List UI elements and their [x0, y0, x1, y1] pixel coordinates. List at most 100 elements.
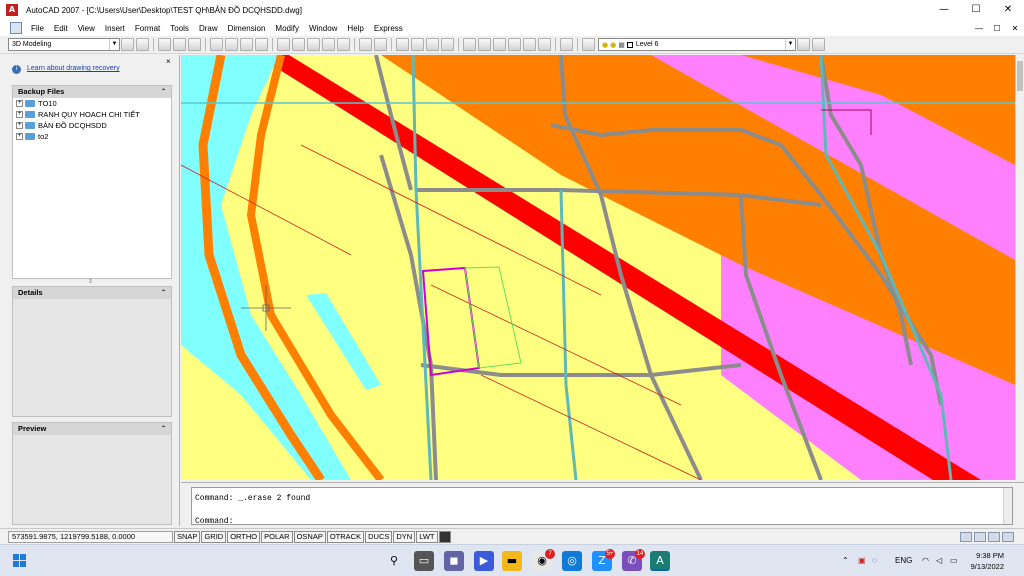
scroll-thumb[interactable] [1017, 61, 1023, 91]
menu-express[interactable]: Express [369, 24, 408, 33]
viber-icon[interactable]: ✆ 14 [622, 549, 645, 571]
menu-modify[interactable]: Modify [270, 24, 304, 33]
plot-icon[interactable] [210, 38, 223, 51]
doc-close-button[interactable]: ✕ [1006, 24, 1024, 33]
collapse-icon[interactable]: ⌃ [161, 287, 166, 299]
zoom-window-icon[interactable] [426, 38, 439, 51]
minimize-button[interactable]: — [928, 0, 960, 20]
lock-toolbar-icon[interactable] [974, 531, 986, 542]
drawing-svg[interactable] [181, 55, 1015, 480]
copy-icon[interactable] [292, 38, 305, 51]
workspace-dropdown[interactable]: 3D Modeling ▼ [8, 38, 120, 51]
cut-icon[interactable] [277, 38, 290, 51]
coordinate-readout[interactable]: 573591.9875, 1219799.5188, 0.0000 [8, 530, 173, 543]
doc-restore-button[interactable]: ☐ [988, 24, 1006, 33]
undo-icon[interactable] [359, 38, 372, 51]
make-layer-current-icon[interactable] [797, 38, 810, 51]
tray-settings-icon[interactable] [988, 531, 1000, 542]
menu-window[interactable]: Window [304, 24, 342, 33]
collapse-icon[interactable]: ⌃ [161, 86, 166, 98]
expand-icon[interactable]: + [16, 111, 23, 118]
preview-header[interactable]: Preview ⌃ [13, 423, 171, 435]
grid-toggle[interactable]: GRID [201, 530, 227, 543]
menu-format[interactable]: Format [130, 24, 165, 33]
expand-icon[interactable]: + [16, 133, 23, 140]
close-button[interactable]: ✕ [992, 0, 1024, 20]
properties-icon[interactable] [463, 38, 476, 51]
layer-dropdown[interactable]: ● ● ■ Level 6 ▼ [598, 38, 796, 51]
osnap-toggle[interactable]: OSNAP [293, 530, 326, 543]
publish-icon[interactable] [240, 38, 253, 51]
save-icon[interactable] [188, 38, 201, 51]
drawing-canvas[interactable] [181, 55, 1015, 480]
recovery-help-link[interactable]: Learn about drawing recovery [27, 65, 120, 72]
battery-icon[interactable]: ▭ [950, 545, 958, 576]
palette-close-icon[interactable]: × [166, 57, 171, 66]
redo-icon[interactable] [374, 38, 387, 51]
plot-preview-icon[interactable] [225, 38, 238, 51]
open-icon[interactable] [173, 38, 186, 51]
document-icon[interactable] [10, 22, 22, 34]
command-history[interactable]: Command: _.erase 2 found Command: [191, 487, 1013, 526]
backup-files-header[interactable]: Backup Files ⌃ [13, 86, 171, 98]
menu-draw[interactable]: Draw [194, 24, 223, 33]
expand-icon[interactable]: + [16, 122, 23, 129]
model-icon[interactable] [438, 530, 451, 543]
menu-tools[interactable]: Tools [165, 24, 194, 33]
help-icon[interactable] [560, 38, 573, 51]
workspace-save-icon[interactable] [136, 38, 149, 51]
maximize-button[interactable]: ☐ [960, 0, 992, 20]
details-header[interactable]: Details ⌃ [13, 287, 171, 299]
calculator-icon[interactable] [538, 38, 551, 51]
ducs-toggle[interactable]: DUCS [365, 530, 393, 543]
vertical-scrollbar[interactable] [1015, 55, 1024, 480]
command-prompt[interactable]: Command: [195, 517, 233, 526]
chrome-icon[interactable]: ◉ 7 [532, 549, 555, 571]
comm-center-icon[interactable] [960, 531, 972, 542]
chat-icon[interactable]: ◼ [444, 551, 464, 571]
zalo-icon[interactable]: Z 5+ [592, 549, 615, 571]
doc-minimize-button[interactable]: — [970, 24, 988, 33]
polar-toggle[interactable]: POLAR [261, 530, 293, 543]
expand-icon[interactable]: + [16, 100, 23, 107]
zoom-previous-icon[interactable] [441, 38, 454, 51]
splitter-grip[interactable]: ⇕ [88, 278, 93, 285]
volume-icon[interactable]: ◁ [936, 545, 942, 576]
qnew-icon[interactable] [158, 38, 171, 51]
ortho-toggle[interactable]: ORTHO [227, 530, 261, 543]
layer-manager-icon[interactable] [582, 38, 595, 51]
tree-item-to10[interactable]: + TO10 [13, 98, 171, 109]
tree-item-ranh-quy-hoach[interactable]: + RANH QUY HOACH CHI TIẾT [13, 109, 171, 120]
collapse-icon[interactable]: ⌃ [161, 423, 166, 435]
tray-app-icon[interactable]: ▣ [858, 545, 866, 576]
menu-insert[interactable]: Insert [100, 24, 130, 33]
markup-icon[interactable] [523, 38, 536, 51]
zoom-realtime-icon[interactable] [411, 38, 424, 51]
windows-start-icon[interactable] [13, 554, 27, 568]
menu-file[interactable]: File [26, 24, 49, 33]
sheet-set-icon[interactable] [508, 38, 521, 51]
language-indicator[interactable]: ENG [895, 545, 912, 576]
tray-chevron-icon[interactable]: ⌃ [842, 545, 849, 576]
3d-dwf-icon[interactable] [255, 38, 268, 51]
autocad-taskbar-icon[interactable]: A [650, 551, 670, 571]
file-explorer-icon[interactable]: ▬ [502, 551, 522, 571]
match-properties-icon[interactable] [322, 38, 335, 51]
snap-toggle[interactable]: SNAP [174, 530, 201, 543]
menu-help[interactable]: Help [342, 24, 368, 33]
block-editor-icon[interactable] [337, 38, 350, 51]
tool-palettes-icon[interactable] [493, 38, 506, 51]
task-view-icon[interactable]: ▭ [414, 551, 434, 571]
design-center-icon[interactable] [478, 38, 491, 51]
green-parcel[interactable] [464, 266, 522, 369]
clean-screen-icon[interactable] [1002, 531, 1014, 542]
menu-dimension[interactable]: Dimension [223, 24, 271, 33]
edge-icon[interactable]: ◎ [562, 551, 582, 571]
workspace-settings-icon[interactable] [121, 38, 134, 51]
tray-network-icon[interactable]: ◌ [872, 545, 877, 576]
search-icon[interactable]: ⚲ [384, 551, 404, 571]
system-clock[interactable]: 9:38 PM 9/13/2022 [971, 550, 1004, 572]
menu-edit[interactable]: Edit [49, 24, 73, 33]
menu-view[interactable]: View [73, 24, 100, 33]
wifi-icon[interactable]: ◠ [922, 545, 929, 576]
